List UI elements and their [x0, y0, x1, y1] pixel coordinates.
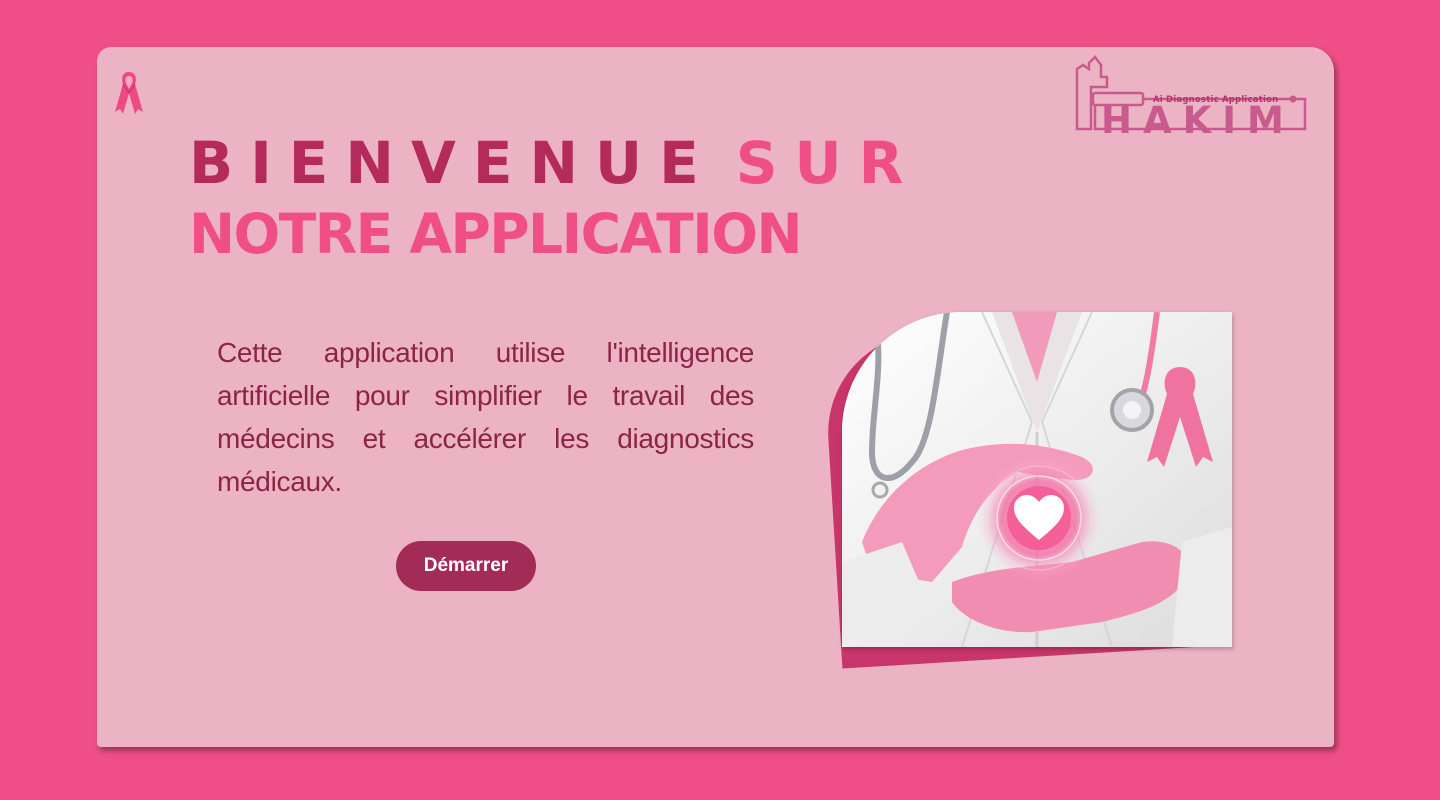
logo-name: HAKIM [1101, 99, 1295, 142]
pink-ribbon-icon [115, 72, 143, 114]
start-button[interactable]: Démarrer [396, 541, 536, 591]
page-title-line-1: BIENVENUE SUR [189, 131, 920, 195]
welcome-card: Ai Diagnostic Application HAKIM BIENVENU… [97, 47, 1334, 747]
title-word-bienvenue: BIENVENUE [189, 129, 716, 197]
hakim-logo: Ai Diagnostic Application HAKIM [1075, 55, 1307, 147]
app-description: Cette application utilise l'intelligence… [217, 337, 754, 497]
doctor-hands-heart-image [842, 312, 1232, 647]
title-word-sur: SUR [735, 129, 921, 197]
page-title-line-2: NOTRE APPLICATION [189, 202, 803, 266]
